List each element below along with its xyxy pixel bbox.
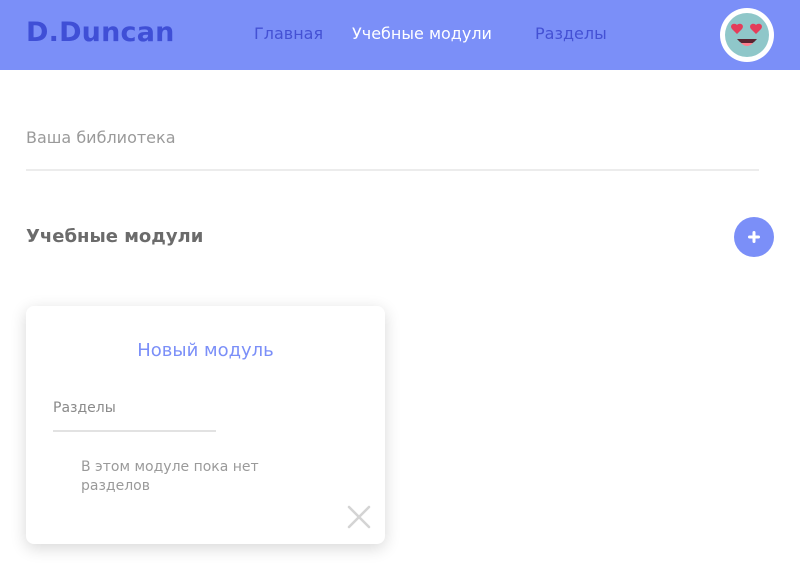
nav-home[interactable]: Главная — [254, 24, 323, 43]
nav-sections[interactable]: Разделы — [535, 24, 607, 43]
library-divider — [26, 169, 759, 171]
library-heading: Ваша библиотека — [26, 128, 176, 147]
plus-icon — [748, 231, 760, 243]
module-sections-label: Разделы — [53, 400, 116, 416]
close-icon — [347, 505, 371, 529]
module-empty-message: В этом модуле пока нет разделов — [81, 459, 259, 494]
delete-module-button[interactable] — [346, 504, 372, 530]
top-navigation-bar: D.Duncan Главная Учебные модули Разделы — [0, 0, 800, 70]
module-card[interactable]: Новый модуль Разделы В этом модуле пока … — [26, 306, 385, 544]
heart-eyes-face-icon — [725, 13, 769, 57]
avatar[interactable] — [720, 8, 774, 62]
modules-section-title: Учебные модули — [26, 226, 204, 247]
brand-logo[interactable]: D.Duncan — [26, 17, 175, 48]
module-sections-divider — [53, 430, 216, 432]
nav-modules[interactable]: Учебные модули — [352, 24, 492, 43]
module-card-title[interactable]: Новый модуль — [26, 340, 385, 361]
add-module-button[interactable] — [734, 217, 774, 257]
